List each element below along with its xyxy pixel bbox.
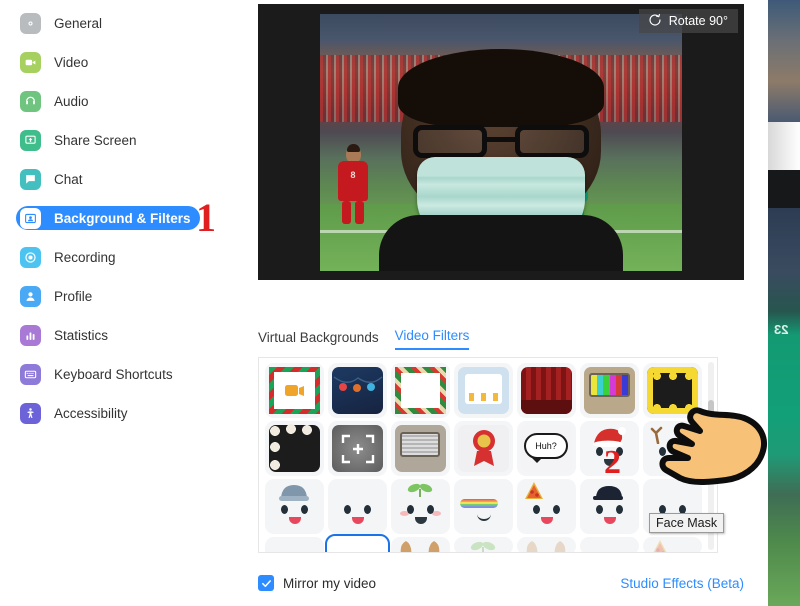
sidebar-item-general[interactable]: General <box>16 11 216 35</box>
sidebar-item-label: Recording <box>54 249 116 265</box>
filter-rainbow[interactable] <box>454 479 513 534</box>
filter-pearl-frame[interactable] <box>265 421 324 476</box>
background-filters-icon <box>20 207 41 229</box>
sidebar-item-profile[interactable]: Profile <box>16 284 216 308</box>
sidebar-item-chat[interactable]: Chat <box>16 167 216 191</box>
bar-chart-icon <box>20 324 41 346</box>
rotate-90-button[interactable]: Rotate 90° <box>638 9 738 33</box>
chat-bubble-icon <box>20 168 41 190</box>
sidebar-item-share-screen[interactable]: Share Screen <box>16 128 216 152</box>
sidebar-item-label: Chat <box>54 171 83 187</box>
filter-row4-item-1[interactable] <box>454 537 513 552</box>
filter-row4-item-4[interactable] <box>643 537 702 552</box>
filter-none-camera-frame[interactable] <box>265 363 324 418</box>
sidebar-item-label: Profile <box>54 288 93 304</box>
glasses <box>413 125 589 159</box>
annotation-marker-2: 2 <box>604 444 621 481</box>
player: 8 <box>336 144 370 235</box>
filter-cap[interactable] <box>580 479 639 534</box>
record-circle-icon <box>20 246 41 268</box>
sidebar-item-audio[interactable]: Audio <box>16 89 216 113</box>
annotation-marker-1: 1 <box>196 195 216 240</box>
background-window-strip: 23 <box>768 0 800 606</box>
sidebar-item-label: Accessibility <box>54 405 128 421</box>
sidebar-item-label: Audio <box>54 93 89 109</box>
video-camera-icon <box>20 51 41 73</box>
settings-footer: Mirror my video Studio Effects (Beta) <box>258 575 744 591</box>
preview-image: 8 20 16 10 23 <box>320 14 682 271</box>
filter-row4-item-3[interactable] <box>580 537 639 552</box>
tab-video-filters[interactable]: Video Filters <box>394 328 470 350</box>
sidebar-item-label: Video <box>54 54 89 70</box>
self-view-person <box>379 49 623 271</box>
filter-sprout[interactable] <box>391 479 450 534</box>
checkmark-icon <box>258 575 274 591</box>
headphones-icon <box>20 90 41 112</box>
sidebar-item-label: General <box>54 15 103 31</box>
settings-sidebar: General Video Audio Share Screen Chat Backgro… <box>0 0 232 606</box>
filter-focus-frame[interactable] <box>328 421 387 476</box>
pointing-hand-icon <box>658 392 770 490</box>
share-screen-icon <box>20 129 41 151</box>
filter-huh-bubble[interactable]: Huh? <box>517 421 576 476</box>
filter-holiday-wreath[interactable] <box>391 363 450 418</box>
filter-n95-mask[interactable] <box>265 537 324 552</box>
studio-effects-link[interactable]: Studio Effects (Beta) <box>620 576 744 591</box>
filter-beanie-hat[interactable] <box>265 479 324 534</box>
filter-tabs: Virtual Backgrounds Video Filters <box>258 328 470 350</box>
filter-red-curtains[interactable] <box>517 363 576 418</box>
video-preview: 8 20 16 10 23 <box>258 4 744 280</box>
filter-old-television[interactable] <box>391 421 450 476</box>
filter-partially-hidden[interactable] <box>328 479 387 534</box>
rotate-arrow-icon <box>648 13 662 30</box>
accessibility-icon <box>20 402 41 424</box>
filter-face-mask[interactable] <box>325 534 390 552</box>
sidebar-item-label: Keyboard Shortcuts <box>54 366 173 382</box>
filter-snow-house[interactable] <box>454 363 513 418</box>
mirror-my-video-checkbox[interactable]: Mirror my video <box>258 575 376 591</box>
filter-row4-item-2[interactable] <box>517 537 576 552</box>
mirror-my-video-label: Mirror my video <box>283 575 377 591</box>
sidebar-item-label: Statistics <box>54 327 109 343</box>
filter-retro-tv[interactable] <box>580 363 639 418</box>
sidebar-item-video[interactable]: Video <box>16 50 216 74</box>
keyboard-icon <box>20 363 41 385</box>
zoom-settings-window: General Video Audio Share Screen Chat Backgro… <box>0 0 800 606</box>
sidebar-item-background-filters[interactable]: Background & Filters <box>16 206 200 230</box>
sidebar-item-label: Share Screen <box>54 132 137 148</box>
filter-dog-ears[interactable] <box>391 537 450 552</box>
sidebar-item-accessibility[interactable]: Accessibility <box>16 401 216 425</box>
filter-tooltip: Face Mask <box>649 513 725 533</box>
sidebar-item-statistics[interactable]: Statistics <box>16 323 216 347</box>
gear-icon <box>20 12 41 34</box>
tab-virtual-backgrounds[interactable]: Virtual Backgrounds <box>258 330 379 350</box>
sidebar-item-recording[interactable]: Recording <box>16 245 216 269</box>
sidebar-item-keyboard-shortcuts[interactable]: Keyboard Shortcuts <box>16 362 216 386</box>
rotate-90-label: Rotate 90° <box>668 14 728 28</box>
filter-string-lights[interactable] <box>328 363 387 418</box>
sidebar-item-label: Background & Filters <box>54 210 191 226</box>
filter-pizza-slice[interactable] <box>517 479 576 534</box>
filter-award-ribbon[interactable] <box>454 421 513 476</box>
person-icon <box>20 285 41 307</box>
